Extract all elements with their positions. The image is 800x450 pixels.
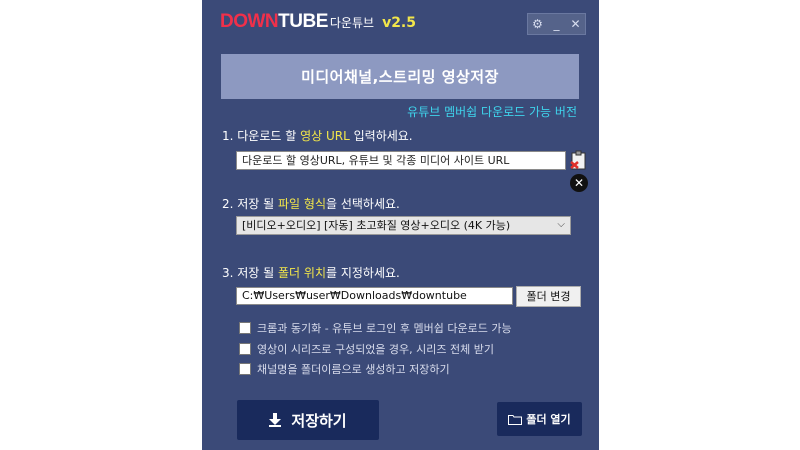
step2-suffix: 을 선택하세요. bbox=[326, 197, 400, 211]
save-button-label: 저장하기 bbox=[291, 411, 347, 430]
url-input[interactable]: 다운로드 할 영상URL, 유튜브 및 각종 미디어 사이트 URL bbox=[236, 151, 566, 170]
option-chrome-sync[interactable]: 크롬과 동기화 - 유튜브 로그인 후 멤버쉽 다운로드 가능 bbox=[239, 320, 512, 336]
open-folder-label: 폴더 열기 bbox=[526, 413, 571, 426]
step1-prefix: 1. 다운로드 할 bbox=[222, 129, 301, 143]
format-select-value: [비디오+오디오] [자동] 초고화질 영상+오디오 (4K 가능) bbox=[242, 219, 511, 232]
step2-prefix: 2. 저장 될 bbox=[222, 197, 279, 211]
save-button[interactable]: 저장하기 bbox=[237, 400, 379, 440]
logo-tube: TUBE bbox=[278, 11, 328, 32]
step2-highlight: 파일 형식 bbox=[278, 197, 326, 211]
step3-suffix: 를 지정하세요. bbox=[326, 266, 400, 280]
folder-change-button[interactable]: 폴더 변경 bbox=[516, 286, 581, 307]
option-label: 채널명을 폴더이름으로 생성하고 저장하기 bbox=[257, 363, 450, 376]
step2-label: 2. 저장 될 파일 형식을 선택하세요. bbox=[222, 195, 400, 212]
step1-suffix: 입력하세요. bbox=[349, 129, 413, 143]
format-select[interactable]: [비디오+오디오] [자동] 초고화질 영상+오디오 (4K 가능) ⌵ bbox=[236, 216, 571, 235]
option-series-download[interactable]: 영상이 시리즈로 구성되었을 경우, 시리즈 전체 받기 bbox=[239, 341, 494, 357]
app-window: DOWN TUBE 다운튜브 v2.5 ⚙ _ ✕ 미디어채널,스트리밍 영상저… bbox=[202, 0, 599, 450]
window-controls: ⚙ _ ✕ bbox=[527, 13, 586, 35]
checkbox[interactable] bbox=[239, 322, 251, 334]
chevron-down-icon: ⌵ bbox=[557, 219, 565, 230]
option-label: 크롬과 동기화 - 유튜브 로그인 후 멤버쉽 다운로드 가능 bbox=[257, 322, 512, 335]
step1-highlight: 영상 URL bbox=[300, 129, 350, 143]
step3-label: 3. 저장 될 폴더 위치를 지정하세요. bbox=[222, 264, 400, 281]
option-label: 영상이 시리즈로 구성되었을 경우, 시리즈 전체 받기 bbox=[257, 343, 494, 356]
step3-highlight: 폴더 위치 bbox=[278, 266, 326, 280]
logo-down: DOWN bbox=[220, 11, 279, 32]
version-label: v2.5 bbox=[382, 15, 416, 31]
settings-icon[interactable]: ⚙ bbox=[530, 15, 546, 33]
folder-path-input[interactable]: C:₩Users₩user₩Downloads₩downtube bbox=[236, 287, 513, 305]
membership-notice: 유튜브 멤버쉽 다운로드 가능 버전 bbox=[407, 105, 577, 119]
logo-korean: 다운튜브 bbox=[329, 16, 375, 30]
title-banner: 미디어채널,스트리밍 영상저장 bbox=[221, 54, 579, 99]
open-folder-button[interactable]: 폴더 열기 bbox=[497, 402, 582, 436]
minimize-icon[interactable]: _ bbox=[549, 15, 565, 33]
option-channel-folder[interactable]: 채널명을 폴더이름으로 생성하고 저장하기 bbox=[239, 361, 450, 377]
download-icon bbox=[269, 413, 282, 427]
step3-prefix: 3. 저장 될 bbox=[222, 266, 279, 280]
folder-icon bbox=[508, 414, 523, 425]
app-logo: DOWN TUBE 다운튜브 v2.5 bbox=[220, 11, 416, 35]
close-icon[interactable]: ✕ bbox=[568, 15, 584, 33]
checkbox[interactable] bbox=[239, 363, 251, 375]
paste-icon[interactable] bbox=[570, 150, 588, 170]
step1-label: 1. 다운로드 할 영상 URL 입력하세요. bbox=[222, 127, 413, 144]
checkbox[interactable] bbox=[239, 343, 251, 355]
clear-url-icon[interactable]: ✕ bbox=[570, 174, 588, 192]
